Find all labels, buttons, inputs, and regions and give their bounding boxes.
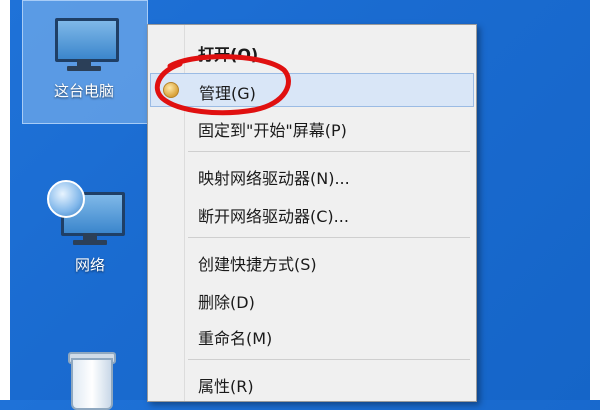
menu-item-delete[interactable]: 删除(D) bbox=[150, 283, 474, 315]
desktop-icon-label: 这台电脑 bbox=[53, 82, 114, 100]
desktop-icon-label: 网络 bbox=[74, 256, 105, 274]
menu-item-label: 重命名(M) bbox=[198, 329, 273, 348]
menu-item-rename[interactable]: 重命名(M) bbox=[150, 319, 474, 351]
menu-item-label: 固定到"开始"屏幕(P) bbox=[198, 121, 347, 140]
menu-item-label: 删除(D) bbox=[198, 293, 255, 312]
menu-separator bbox=[188, 359, 470, 360]
left-edge bbox=[0, 0, 10, 400]
menu-item-label: 断开网络驱动器(C)... bbox=[198, 207, 349, 226]
menu-item-open[interactable]: 打开(O) bbox=[150, 35, 474, 67]
desktop-icon-network[interactable]: 网络 bbox=[40, 180, 140, 275]
computer-icon bbox=[49, 12, 119, 74]
menu-separator bbox=[188, 237, 470, 238]
menu-item-map-network-drive[interactable]: 映射网络驱动器(N)... bbox=[150, 159, 474, 191]
menu-item-label: 打开(O) bbox=[198, 45, 259, 64]
menu-item-pin-to-start[interactable]: 固定到"开始"屏幕(P) bbox=[150, 111, 474, 143]
menu-item-label: 属性(R) bbox=[198, 377, 254, 396]
menu-separator bbox=[188, 151, 470, 152]
context-menu: 打开(O) 管理(G) 固定到"开始"屏幕(P) 映射网络驱动器(N)... 断… bbox=[147, 24, 477, 402]
desktop-icon-this-pc[interactable]: 这台电脑 bbox=[28, 12, 140, 101]
menu-item-disconnect-network-drive[interactable]: 断开网络驱动器(C)... bbox=[150, 197, 474, 229]
menu-item-manage[interactable]: 管理(G) bbox=[150, 73, 474, 107]
menu-item-label: 创建快捷方式(S) bbox=[198, 255, 317, 274]
right-edge bbox=[590, 0, 600, 400]
desktop-icon-recycle-bin[interactable] bbox=[52, 350, 128, 410]
network-icon bbox=[47, 180, 125, 248]
menu-item-create-shortcut[interactable]: 创建快捷方式(S) bbox=[150, 245, 474, 277]
recycle-bin-icon bbox=[65, 350, 116, 410]
menu-item-label: 映射网络驱动器(N)... bbox=[198, 169, 350, 188]
menu-item-properties[interactable]: 属性(R) bbox=[150, 367, 474, 399]
menu-item-label: 管理(G) bbox=[199, 84, 256, 103]
shield-icon bbox=[163, 82, 179, 98]
